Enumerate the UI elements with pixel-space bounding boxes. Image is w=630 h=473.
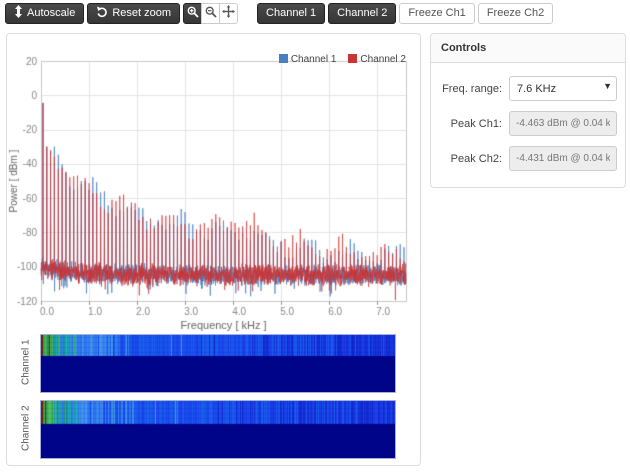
zoom-in-icon — [187, 6, 199, 22]
pan-move-icon — [222, 5, 235, 22]
waterfall-channel2-canvas — [40, 400, 396, 459]
legend-label-channel1: Channel 1 — [291, 54, 337, 65]
freeze-ch1-button[interactable]: Freeze Ch1 — [399, 3, 474, 24]
controls-panel-title: Controls — [431, 34, 625, 63]
freeze-ch2-label: Freeze Ch2 — [487, 7, 544, 20]
peak-ch1-value-field[interactable] — [509, 111, 617, 136]
waterfall-channel2-label: Channel 2 — [13, 400, 39, 457]
peak-ch2-label: Peak Ch2: — [440, 153, 502, 165]
channel1-toggle-button[interactable]: Channel 1 — [257, 3, 325, 24]
spectrum-chart-canvas[interactable] — [7, 34, 422, 334]
pan-button[interactable] — [219, 3, 238, 24]
zoom-out-button[interactable] — [201, 3, 220, 24]
peak-ch1-row: Peak Ch1: — [440, 111, 616, 136]
zoom-in-button[interactable] — [183, 3, 202, 24]
legend-item-channel1: Channel 1 — [279, 54, 337, 65]
plots-panel: Channel 1 Channel 2 Channel 1 Channel 2 — [6, 33, 421, 466]
chart-legend: Channel 1 Channel 2 — [279, 54, 406, 65]
autoscale-label: Autoscale — [27, 7, 75, 20]
waterfall-channel1-canvas — [40, 334, 396, 393]
controls-panel-body: Freq. range: 7.6 KHz ▼ Peak Ch1: Peak Ch… — [431, 63, 625, 187]
reset-zoom-circular-arrow-icon — [96, 6, 108, 22]
freeze-ch2-button[interactable]: Freeze Ch2 — [478, 3, 553, 24]
zoom-pan-button-group — [183, 3, 238, 24]
channel1-toggle-label: Channel 1 — [266, 7, 316, 20]
peak-ch2-row: Peak Ch2: — [440, 146, 616, 171]
toolbar: Autoscale Reset zoom — [5, 3, 553, 24]
zoom-out-icon — [205, 6, 217, 22]
channel2-toggle-button[interactable]: Channel 2 — [328, 3, 396, 24]
autoscale-button[interactable]: Autoscale — [5, 3, 84, 24]
legend-item-channel2: Channel 2 — [348, 54, 406, 65]
reset-zoom-label: Reset zoom — [112, 7, 171, 20]
app-root: Autoscale Reset zoom — [0, 0, 630, 473]
peak-ch1-label: Peak Ch1: — [440, 118, 502, 130]
reset-zoom-button[interactable]: Reset zoom — [87, 3, 180, 24]
legend-label-channel2: Channel 2 — [360, 54, 406, 65]
freq-range-select-wrap: 7.6 KHz ▼ — [509, 76, 617, 101]
channel2-toggle-label: Channel 2 — [337, 7, 387, 20]
freq-range-label: Freq. range: — [440, 83, 502, 95]
legend-swatch-channel2-icon — [348, 54, 357, 63]
legend-swatch-channel1-icon — [279, 54, 288, 63]
freeze-ch1-label: Freeze Ch1 — [408, 7, 465, 20]
freq-range-row: Freq. range: 7.6 KHz ▼ — [440, 76, 616, 101]
peak-ch2-value-field[interactable] — [509, 146, 617, 171]
waterfall-channel1-label: Channel 1 — [13, 334, 39, 391]
freq-range-select[interactable]: 7.6 KHz — [509, 76, 617, 101]
controls-panel: Controls Freq. range: 7.6 KHz ▼ Peak Ch1… — [430, 33, 626, 188]
autoscale-vertical-arrows-icon — [14, 5, 23, 22]
